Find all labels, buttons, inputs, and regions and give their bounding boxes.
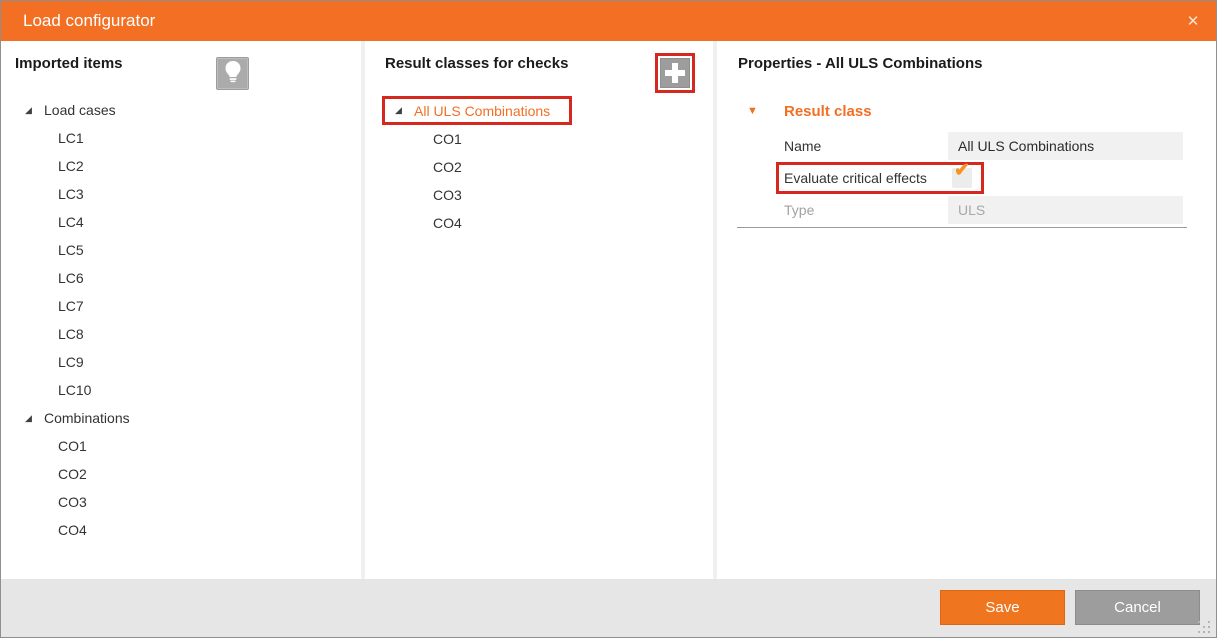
tree-item-label: LC10 bbox=[58, 382, 91, 398]
tree-item-label: CO3 bbox=[433, 187, 462, 203]
plus-icon bbox=[665, 63, 685, 83]
tree-item-label: LC6 bbox=[58, 270, 84, 286]
tree-item-label: CO4 bbox=[433, 215, 462, 231]
tree-item-load-cases[interactable]: ◢ Load cases bbox=[1, 96, 361, 124]
tree-item-combinations[interactable]: ◢ Combinations bbox=[1, 404, 361, 432]
properties-title: Properties - All ULS Combinations bbox=[738, 55, 982, 72]
type-label: Type bbox=[784, 202, 948, 218]
tree-item-lc8[interactable]: LC8 bbox=[1, 320, 361, 348]
tree-item-lc5[interactable]: LC5 bbox=[1, 236, 361, 264]
property-row-name: Name All ULS Combinations bbox=[784, 132, 1216, 160]
tree-item-label: LC8 bbox=[58, 326, 84, 342]
tree-item-rc-co3[interactable]: CO3 bbox=[365, 181, 713, 209]
close-icon[interactable]: ✕ bbox=[1170, 1, 1216, 41]
expander-icon[interactable]: ◢ bbox=[25, 105, 44, 116]
tree-item-co3[interactable]: CO3 bbox=[1, 488, 361, 516]
expander-icon[interactable]: ◢ bbox=[395, 105, 414, 116]
tree-item-rc-co4[interactable]: CO4 bbox=[365, 209, 713, 237]
result-classes-panel: Result classes for checks ◢ All ULS Comb… bbox=[365, 41, 713, 579]
tree-item-label: All ULS Combinations bbox=[414, 103, 550, 119]
section-label: Result class bbox=[784, 103, 872, 120]
imported-items-header-row: Imported items bbox=[1, 41, 361, 96]
tree-item-label: CO2 bbox=[433, 159, 462, 175]
tree-item-label: LC9 bbox=[58, 354, 84, 370]
tree-item-lc6[interactable]: LC6 bbox=[1, 264, 361, 292]
tree-item-label: CO4 bbox=[58, 522, 87, 538]
annotation-box-evaluate: Evaluate critical effects ✔ bbox=[776, 162, 984, 194]
tree-item-label: LC2 bbox=[58, 158, 84, 174]
tree-item-lc3[interactable]: LC3 bbox=[1, 180, 361, 208]
tree-item-rc-co1[interactable]: CO1 bbox=[365, 125, 713, 153]
tree-item-label: Load cases bbox=[44, 102, 116, 118]
resize-grip[interactable] bbox=[1198, 621, 1212, 635]
tree-item-co4[interactable]: CO4 bbox=[1, 516, 361, 544]
tree-item-label: Combinations bbox=[44, 410, 130, 426]
tree-item-label: LC7 bbox=[58, 298, 84, 314]
annotation-box-add bbox=[655, 53, 695, 93]
tree-item-lc1[interactable]: LC1 bbox=[1, 124, 361, 152]
type-field: ULS bbox=[948, 196, 1183, 224]
titlebar: Load configurator ✕ bbox=[1, 1, 1216, 41]
expander-icon[interactable]: ◢ bbox=[25, 413, 44, 424]
tree-item-co2[interactable]: CO2 bbox=[1, 460, 361, 488]
tree-item-lc4[interactable]: LC4 bbox=[1, 208, 361, 236]
result-classes-tree: ◢ All ULS Combinations CO1 CO2 CO3 CO4 bbox=[365, 96, 713, 237]
tree-item-label: LC3 bbox=[58, 186, 84, 202]
hint-button[interactable] bbox=[216, 57, 249, 90]
result-classes-title: Result classes for checks bbox=[385, 55, 568, 72]
cancel-button[interactable]: Cancel bbox=[1075, 590, 1200, 625]
annotation-box-selected-class: ◢ All ULS Combinations bbox=[382, 96, 572, 125]
properties-header-row: Properties - All ULS Combinations bbox=[717, 41, 1216, 96]
tree-item-label: LC5 bbox=[58, 242, 84, 258]
property-row-type: Type ULS bbox=[784, 196, 1216, 224]
name-field[interactable]: All ULS Combinations bbox=[948, 132, 1183, 160]
tree-item-all-uls-combinations[interactable]: ◢ All ULS Combinations bbox=[385, 99, 569, 122]
properties-panel: Properties - All ULS Combinations ▼ Resu… bbox=[717, 41, 1216, 579]
imported-items-title: Imported items bbox=[15, 55, 123, 72]
section-collapse-icon[interactable]: ▼ bbox=[747, 105, 784, 117]
tree-item-label: CO1 bbox=[433, 131, 462, 147]
tree-item-lc9[interactable]: LC9 bbox=[1, 348, 361, 376]
section-divider bbox=[737, 227, 1187, 228]
checkmark-icon: ✔ bbox=[954, 159, 970, 182]
save-button[interactable]: Save bbox=[940, 590, 1065, 625]
evaluate-checkbox[interactable]: ✔ bbox=[952, 168, 972, 188]
tree-item-lc10[interactable]: LC10 bbox=[1, 376, 361, 404]
tree-item-co1[interactable]: CO1 bbox=[1, 432, 361, 460]
imported-items-panel: Imported items ◢ Load cases L bbox=[1, 41, 361, 579]
dialog-footer: Save Cancel bbox=[1, 579, 1216, 638]
lightbulb-icon bbox=[223, 60, 243, 88]
window-title: Load configurator bbox=[23, 11, 155, 31]
tree-item-label: CO1 bbox=[58, 438, 87, 454]
result-classes-header-row: Result classes for checks bbox=[365, 41, 713, 96]
result-class-section-header: ▼ Result class bbox=[717, 96, 1216, 126]
dialog-content: Imported items ◢ Load cases L bbox=[1, 41, 1216, 579]
load-configurator-dialog: Load configurator ✕ Imported items bbox=[0, 0, 1217, 638]
tree-item-label: LC1 bbox=[58, 130, 84, 146]
tree-item-lc2[interactable]: LC2 bbox=[1, 152, 361, 180]
tree-item-label: CO3 bbox=[58, 494, 87, 510]
imported-items-tree: ◢ Load cases LC1 LC2 LC3 LC4 LC5 LC6 LC7… bbox=[1, 96, 361, 544]
tree-item-lc7[interactable]: LC7 bbox=[1, 292, 361, 320]
tree-item-label: CO2 bbox=[58, 466, 87, 482]
tree-item-rc-co2[interactable]: CO2 bbox=[365, 153, 713, 181]
evaluate-label: Evaluate critical effects bbox=[784, 170, 952, 186]
add-result-class-button[interactable] bbox=[660, 58, 690, 88]
name-label: Name bbox=[784, 138, 948, 154]
tree-item-label: LC4 bbox=[58, 214, 84, 230]
